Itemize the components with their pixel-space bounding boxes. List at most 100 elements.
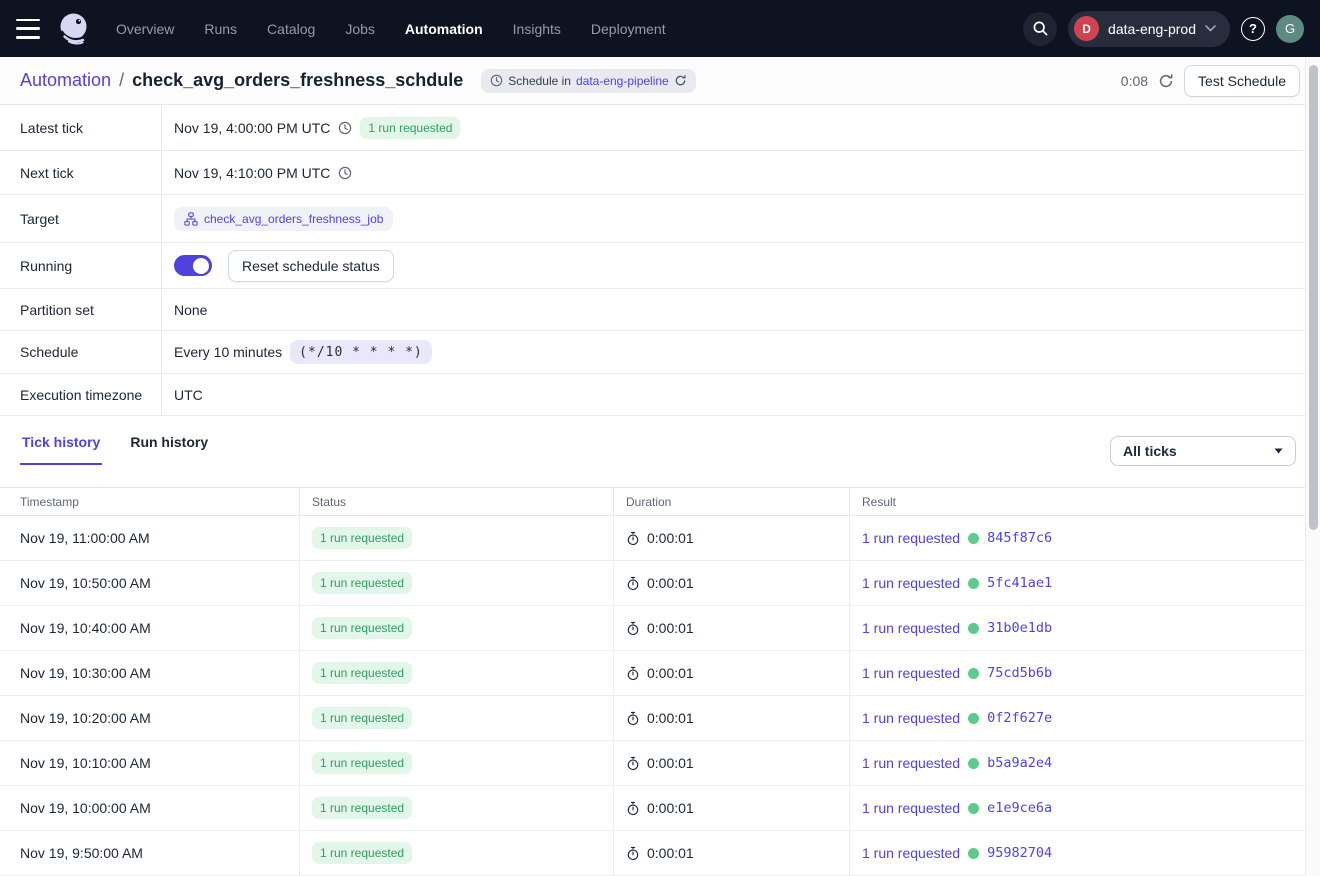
tab-tick-history[interactable]: Tick history (20, 434, 102, 465)
tick-timestamp-cell: Nov 19, 10:20:00 AM (0, 696, 300, 740)
schedule-details: Latest tick Nov 19, 4:00:00 PM UTC 1 run… (0, 105, 1320, 416)
help-button[interactable]: ? (1241, 17, 1265, 41)
reset-schedule-status-button[interactable]: Reset schedule status (228, 250, 394, 282)
detail-label: Partition set (0, 289, 162, 330)
dagster-logo-icon[interactable] (54, 9, 94, 49)
workspace-initial-badge: D (1074, 16, 1099, 41)
workspace-switcher[interactable]: D data-eng-prod (1068, 11, 1230, 47)
tick-filter-select[interactable]: All ticks (1110, 436, 1296, 466)
run-id-link[interactable]: 845f87c6 (987, 530, 1052, 546)
tick-history-table: Timestamp Status Duration Result Nov 19,… (0, 487, 1305, 876)
workspace-name: data-eng-prod (1108, 21, 1196, 37)
column-header-duration: Duration (614, 488, 850, 515)
column-header-timestamp: Timestamp (0, 488, 300, 515)
target-job-pill: check_avg_orders_freshness_job (174, 207, 393, 231)
tick-timestamp-cell: Nov 19, 10:10:00 AM (0, 741, 300, 785)
tick-timestamp-cell: Nov 19, 10:50:00 AM (0, 561, 300, 605)
refresh-icon[interactable] (1158, 73, 1174, 89)
run-id-link[interactable]: e1e9ce6a (987, 800, 1052, 816)
tick-duration-cell: 0:00:01 (614, 696, 850, 740)
stopwatch-icon (626, 801, 640, 816)
vertical-scrollbar[interactable] (1305, 57, 1320, 876)
runs-requested-link[interactable]: 1 run requested (862, 620, 960, 636)
runs-requested-link[interactable]: 1 run requested (862, 845, 960, 861)
running-toggle[interactable] (174, 255, 212, 276)
runs-requested-link[interactable]: 1 run requested (862, 800, 960, 816)
detail-label: Next tick (0, 151, 162, 194)
tick-result-cell: 1 run requested 5fc41ae1 (850, 561, 1305, 605)
run-id-link[interactable]: b5a9a2e4 (987, 755, 1052, 771)
run-success-dot (968, 803, 979, 814)
table-body: Nov 19, 11:00:00 AM 1 run requested 0:00… (0, 516, 1305, 876)
run-id-link[interactable]: 95982704 (987, 845, 1052, 861)
detail-row-partition-set: Partition set None (0, 289, 1320, 331)
runs-requested-link[interactable]: 1 run requested (862, 530, 960, 546)
stopwatch-icon (626, 756, 640, 771)
breadcrumb: Automation / check_avg_orders_freshness_… (20, 69, 696, 93)
detail-label: Latest tick (0, 105, 162, 150)
nav-item-jobs[interactable]: Jobs (345, 17, 375, 41)
tick-status-cell: 1 run requested (300, 741, 614, 785)
tick-result-cell: 1 run requested b5a9a2e4 (850, 741, 1305, 785)
pipeline-link[interactable]: data-eng-pipeline (576, 74, 669, 88)
table-row[interactable]: Nov 19, 11:00:00 AM 1 run requested 0:00… (0, 516, 1305, 561)
tick-result-cell: 1 run requested 0f2f627e (850, 696, 1305, 740)
run-id-link[interactable]: 75cd5b6b (987, 665, 1052, 681)
table-row[interactable]: Nov 19, 10:50:00 AM 1 run requested 0:00… (0, 561, 1305, 606)
nav-item-catalog[interactable]: Catalog (267, 17, 315, 41)
nav-item-runs[interactable]: Runs (204, 17, 237, 41)
reload-location-icon[interactable] (674, 74, 687, 87)
status-badge: 1 run requested (312, 662, 412, 684)
tick-status-cell: 1 run requested (300, 561, 614, 605)
tick-duration-cell: 0:00:01 (614, 786, 850, 830)
search-icon (1032, 20, 1049, 37)
schedule-description: Every 10 minutes (174, 344, 282, 360)
stopwatch-icon (626, 621, 640, 636)
detail-row-running: Running Reset schedule status (0, 243, 1320, 289)
history-tabs-row: Tick history Run history All ticks (0, 416, 1320, 487)
runs-requested-link[interactable]: 1 run requested (862, 710, 960, 726)
status-badge: 1 run requested (312, 572, 412, 594)
runs-requested-link[interactable]: 1 run requested (862, 755, 960, 771)
user-avatar[interactable]: G (1276, 15, 1304, 43)
search-button[interactable] (1023, 12, 1057, 46)
tick-duration-cell: 0:00:01 (614, 561, 850, 605)
tab-run-history[interactable]: Run history (128, 434, 210, 465)
detail-label: Execution timezone (0, 374, 162, 415)
run-id-link[interactable]: 31b0e1db (987, 620, 1052, 636)
nav-item-overview[interactable]: Overview (116, 17, 174, 41)
table-row[interactable]: Nov 19, 10:40:00 AM 1 run requested 0:00… (0, 606, 1305, 651)
nav-item-insights[interactable]: Insights (513, 17, 561, 41)
table-row[interactable]: Nov 19, 9:50:00 AM 1 run requested 0:00:… (0, 831, 1305, 876)
latest-tick-status-badge: 1 run requested (360, 117, 460, 139)
run-id-link[interactable]: 0f2f627e (987, 710, 1052, 726)
nav-right-cluster: D data-eng-prod ? G (1023, 11, 1304, 47)
nav-item-automation[interactable]: Automation (405, 17, 483, 41)
table-row[interactable]: Nov 19, 10:20:00 AM 1 run requested 0:00… (0, 696, 1305, 741)
nav-item-deployment[interactable]: Deployment (591, 17, 666, 41)
tick-duration-cell: 0:00:01 (614, 606, 850, 650)
tick-timestamp-cell: Nov 19, 11:00:00 AM (0, 516, 300, 560)
column-header-result: Result (850, 488, 1305, 515)
runs-requested-link[interactable]: 1 run requested (862, 665, 960, 681)
breadcrumb-automation-link[interactable]: Automation (20, 70, 111, 91)
table-row[interactable]: Nov 19, 10:10:00 AM 1 run requested 0:00… (0, 741, 1305, 786)
status-badge: 1 run requested (312, 527, 412, 549)
runs-requested-link[interactable]: 1 run requested (862, 575, 960, 591)
refresh-countdown: 0:08 (1121, 73, 1148, 89)
table-row[interactable]: Nov 19, 10:30:00 AM 1 run requested 0:00… (0, 651, 1305, 696)
tick-timestamp-cell: Nov 19, 9:50:00 AM (0, 831, 300, 875)
tick-result-cell: 1 run requested e1e9ce6a (850, 786, 1305, 830)
detail-label: Running (0, 243, 162, 288)
target-job-link[interactable]: check_avg_orders_freshness_job (204, 212, 383, 226)
tick-timestamp-cell: Nov 19, 10:40:00 AM (0, 606, 300, 650)
table-row[interactable]: Nov 19, 10:00:00 AM 1 run requested 0:00… (0, 786, 1305, 831)
scrollbar-thumb[interactable] (1309, 65, 1318, 530)
timezone-value: UTC (174, 387, 203, 403)
page-title: check_avg_orders_freshness_schdule (132, 70, 463, 91)
schedule-location-badge: Schedule in data-eng-pipeline (481, 69, 695, 93)
test-schedule-button[interactable]: Test Schedule (1184, 65, 1300, 97)
hamburger-menu-button[interactable] (16, 19, 42, 39)
run-success-dot (968, 758, 979, 769)
run-id-link[interactable]: 5fc41ae1 (987, 575, 1052, 591)
